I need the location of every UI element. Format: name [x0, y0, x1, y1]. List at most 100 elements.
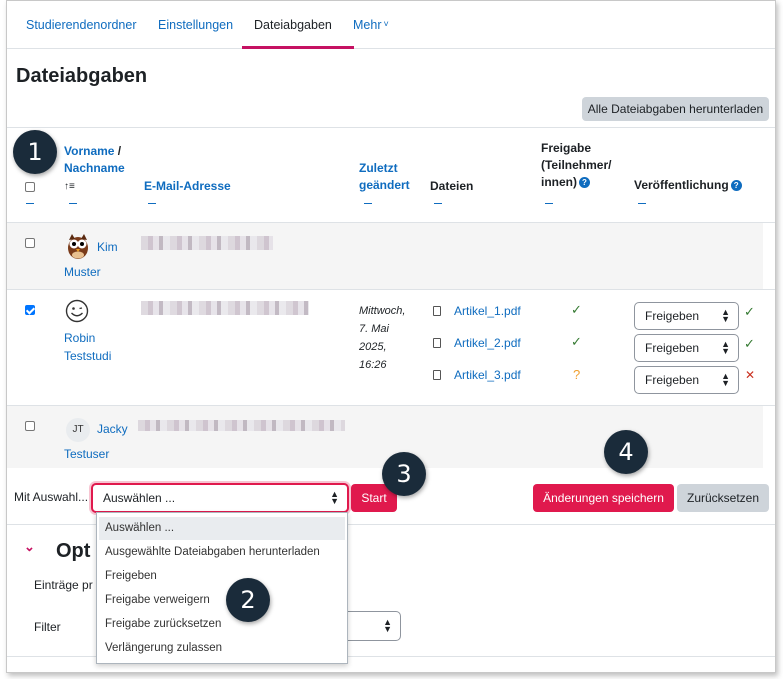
- sort-email-link[interactable]: E-Mail-Adresse: [144, 178, 231, 195]
- redacted-email: [138, 420, 345, 431]
- tab-studierendenordner[interactable]: Studierendenordner: [26, 18, 137, 32]
- column-collapse-icon[interactable]: [148, 203, 156, 204]
- avatar: JT: [66, 418, 90, 442]
- help-icon[interactable]: ?: [730, 180, 742, 191]
- pdf-file-icon: [433, 306, 441, 316]
- tab-dateiabgaben[interactable]: Dateiabgaben: [254, 18, 332, 32]
- column-collapse-icon[interactable]: [69, 203, 77, 204]
- select-value: Freigeben: [645, 341, 700, 355]
- select-arrows-icon: ▲ ▼: [330, 489, 339, 506]
- column-collapse-icon[interactable]: [364, 203, 372, 204]
- column-header-files: Dateien: [430, 179, 474, 193]
- secondary-navigation: Studierendenordner Einstellungen Dateiab…: [7, 1, 775, 49]
- file-link[interactable]: Artikel_2.pdf: [454, 336, 521, 350]
- header-approval-line2: (Teilnehmer/: [541, 158, 612, 172]
- save-changes-button[interactable]: Änderungen speichern: [533, 484, 674, 512]
- dropdown-option-approve[interactable]: Freigeben: [105, 570, 157, 582]
- tab-mehr[interactable]: Mehr ˅: [353, 18, 389, 32]
- reset-button[interactable]: Zurücksetzen: [677, 484, 769, 512]
- column-header-publication: Veröffentlichung?: [634, 177, 742, 194]
- published-check-icon: ✓: [744, 304, 755, 319]
- download-all-button[interactable]: Alle Dateiabgaben herunterladen: [582, 97, 769, 121]
- smiley-avatar-icon: [65, 299, 89, 323]
- select-all-checkbox[interactable]: [25, 182, 35, 192]
- bulk-action-dropdown: Auswählen ... Ausgewählte Dateiabgaben h…: [96, 512, 348, 664]
- table-row: [7, 223, 763, 289]
- sort-modified-link[interactable]: Zuletzt geändert: [359, 160, 410, 194]
- tab-einstellungen[interactable]: Einstellungen: [158, 18, 233, 32]
- redacted-email: [141, 236, 273, 250]
- approval-pending-icon: ?: [573, 367, 581, 382]
- row-select-checkbox[interactable]: [25, 421, 35, 431]
- header-slash: /: [114, 144, 122, 158]
- approved-check-icon: ✓: [571, 334, 582, 349]
- help-icon[interactable]: ?: [579, 177, 590, 188]
- active-tab-indicator: [242, 46, 354, 49]
- user-lastname-link[interactable]: Testuser: [64, 447, 109, 461]
- header-approval-line3: innen): [541, 175, 577, 189]
- tab-mehr-label: Mehr: [353, 18, 382, 32]
- sort-lastname-link[interactable]: Nachname: [64, 161, 125, 175]
- bulk-action-label: Mit Auswahl...: [14, 490, 89, 504]
- header-approval-line1: Freigabe: [541, 141, 592, 155]
- file-link[interactable]: Artikel_3.pdf: [454, 368, 521, 382]
- user-firstname-link[interactable]: Kim: [97, 240, 118, 254]
- chevron-down-icon: ˅: [383, 19, 389, 29]
- filter-label: Filter: [34, 620, 61, 634]
- modified-line: 16:26: [359, 359, 387, 371]
- column-header-approval: Freigabe (Teilnehmer/ innen)?: [541, 140, 611, 191]
- column-header-name: Vorname / Nachname ↑≡: [64, 143, 125, 195]
- file-link[interactable]: Artikel_1.pdf: [454, 304, 521, 318]
- entries-per-page-label: Einträge pr: [34, 578, 93, 592]
- approved-check-icon: ✓: [571, 302, 582, 317]
- publication-select[interactable]: Freigeben ▲ ▼: [634, 334, 739, 362]
- options-section-title[interactable]: Opt: [56, 540, 90, 563]
- publication-select[interactable]: Freigeben ▲ ▼: [634, 302, 739, 330]
- select-arrows-icon: ▲ ▼: [721, 307, 730, 324]
- owl-avatar-icon: [68, 234, 88, 259]
- dropdown-option-download-selected[interactable]: Ausgewählte Dateiabgaben herunterladen: [105, 546, 320, 558]
- callout-badge-2: 2: [226, 578, 270, 622]
- header-publication-label: Veröffentlichung: [634, 178, 729, 192]
- select-value: Freigeben: [645, 309, 700, 323]
- chevron-down-icon[interactable]: ⌄: [24, 539, 35, 555]
- table-row: [7, 406, 763, 468]
- column-collapse-icon[interactable]: [26, 203, 34, 204]
- pdf-file-icon: [433, 338, 441, 348]
- published-check-icon: ✓: [744, 336, 755, 351]
- user-lastname-link[interactable]: Teststudi: [64, 349, 111, 363]
- select-arrows-icon: ▲ ▼: [721, 371, 730, 388]
- divider: [7, 289, 775, 290]
- pdf-file-icon: [433, 370, 441, 380]
- column-collapse-icon[interactable]: [434, 203, 442, 204]
- modified-line: 2025,: [359, 341, 387, 353]
- last-modified-date: Mittwoch, 7. Mai 2025, 16:26: [359, 302, 405, 374]
- sort-firstname-link[interactable]: Vorname: [64, 144, 114, 158]
- publication-select[interactable]: Freigeben ▲ ▼: [634, 366, 739, 394]
- column-collapse-icon[interactable]: [545, 203, 553, 204]
- sort-ascending-icon: ↑≡: [64, 181, 75, 192]
- user-firstname-link[interactable]: Robin: [64, 331, 95, 345]
- select-value: Freigeben: [645, 373, 700, 387]
- dropdown-option-grant-extension[interactable]: Verlängerung zulassen: [105, 642, 222, 654]
- divider: [7, 127, 775, 128]
- user-lastname-link[interactable]: Muster: [64, 265, 101, 279]
- dropdown-option-reset-approval[interactable]: Freigabe zurücksetzen: [105, 618, 221, 630]
- row-select-checkbox[interactable]: [25, 305, 35, 315]
- modified-line: Mittwoch,: [359, 305, 406, 317]
- header-modified-line2: geändert: [359, 178, 410, 192]
- dropdown-option-deny[interactable]: Freigabe verweigern: [105, 594, 210, 606]
- row-select-checkbox[interactable]: [25, 238, 35, 248]
- callout-badge-1: 1: [13, 130, 57, 174]
- page-title: Dateiabgaben: [16, 65, 148, 87]
- header-modified-line1: Zuletzt: [359, 161, 398, 175]
- dropdown-option-select[interactable]: Auswählen ...: [105, 522, 174, 534]
- bulk-action-select[interactable]: Auswählen ... ▲ ▼: [91, 483, 349, 513]
- modified-line: 7. Mai: [359, 323, 389, 335]
- select-arrows-icon: ▲ ▼: [721, 339, 730, 356]
- column-collapse-icon[interactable]: [638, 203, 646, 204]
- user-firstname-link[interactable]: Jacky: [97, 422, 128, 436]
- callout-badge-3: 3: [382, 452, 426, 496]
- redacted-email: [141, 301, 309, 315]
- select-arrows-icon: ▲ ▼: [383, 617, 392, 634]
